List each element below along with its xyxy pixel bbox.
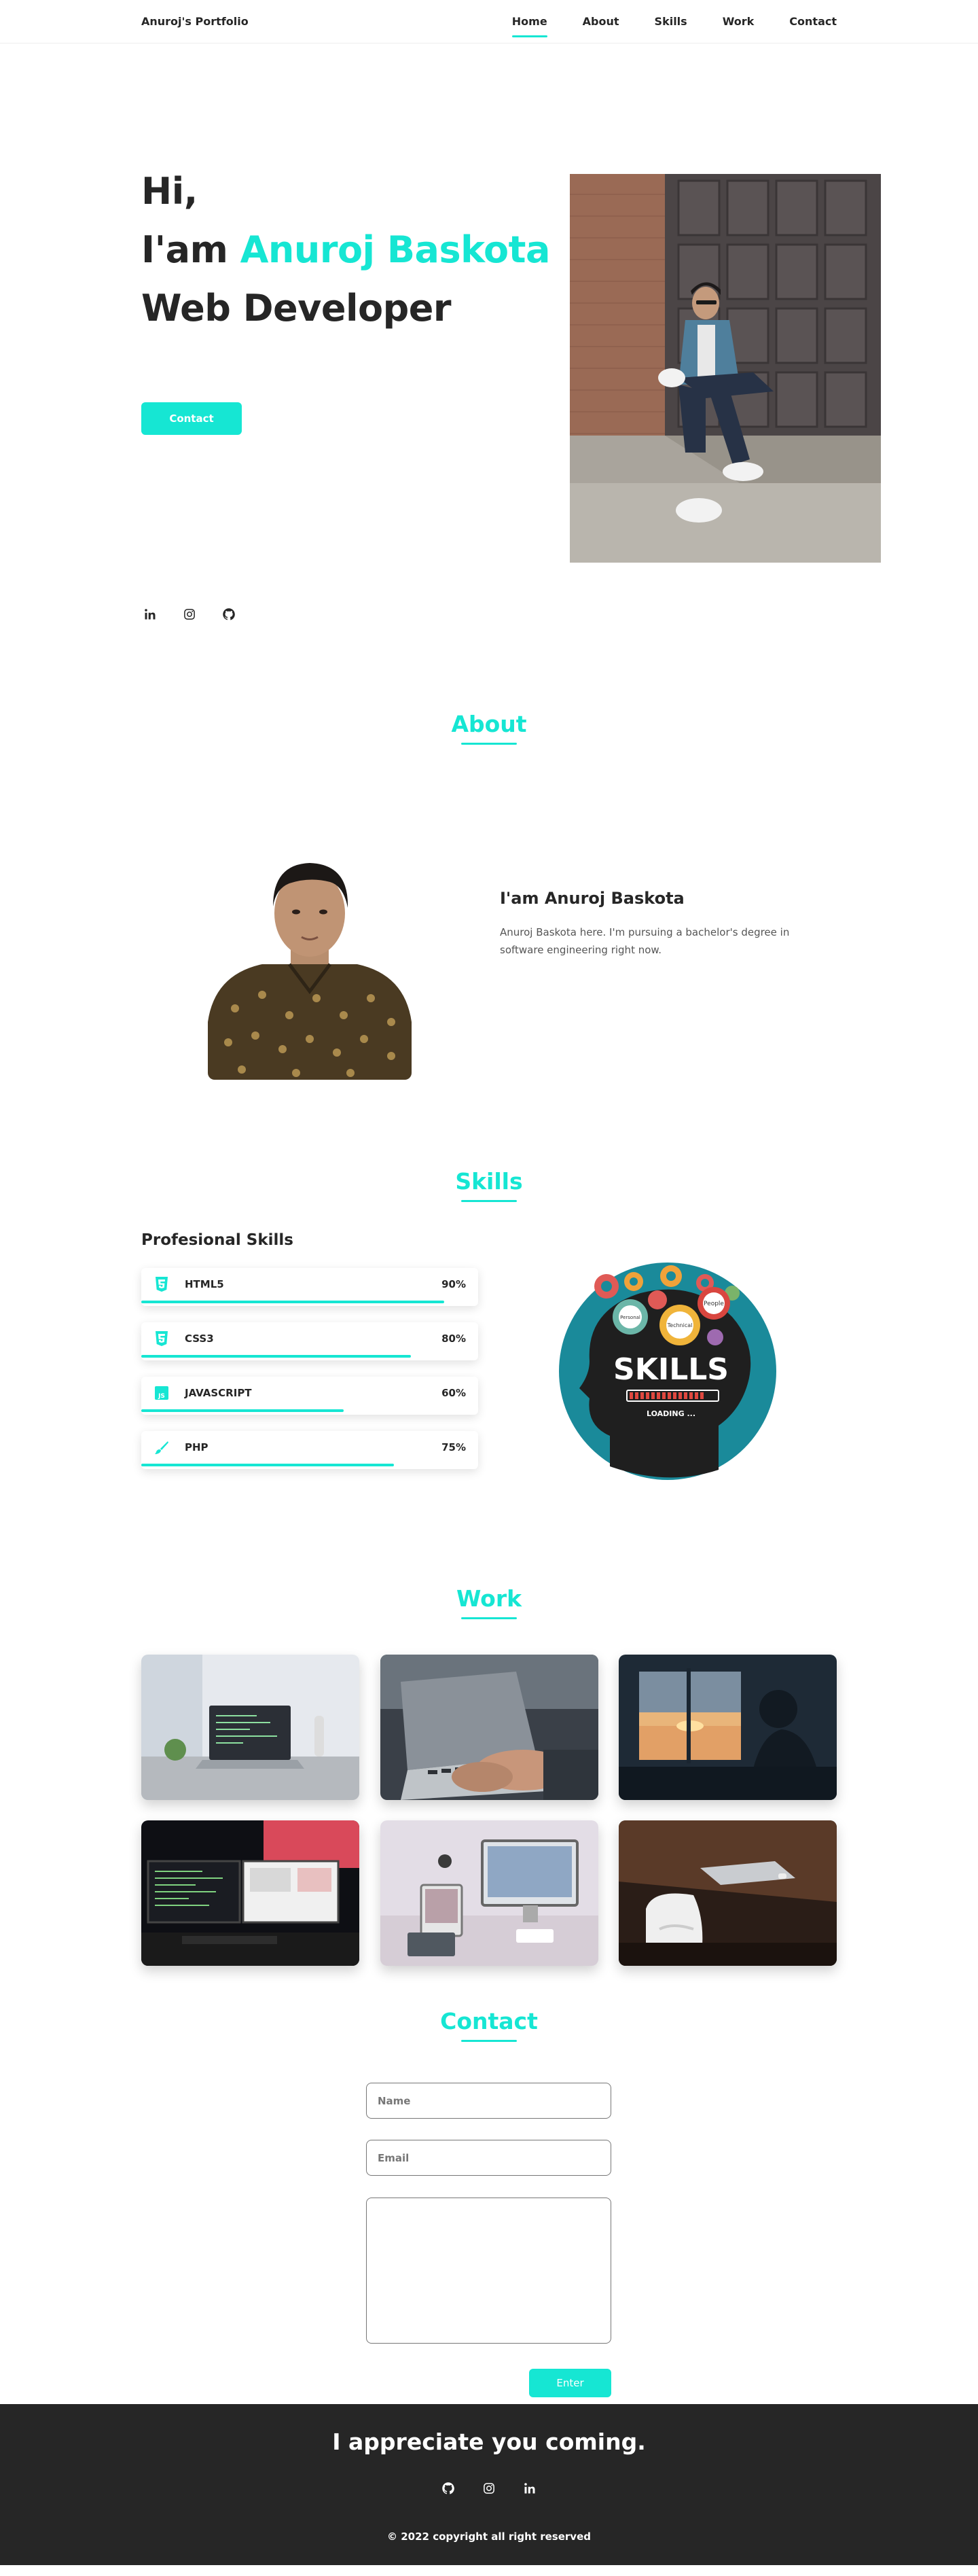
home-name: Anuroj Baskota xyxy=(240,228,551,271)
skill-percent: 75% xyxy=(441,1441,466,1453)
contact-title: Contact xyxy=(440,2008,538,2034)
javascript-icon: JS xyxy=(153,1385,170,1401)
work-card-3[interactable] xyxy=(619,1655,837,1800)
about-title-underline xyxy=(461,743,517,745)
about-title-block: About xyxy=(0,711,978,745)
work-title: Work xyxy=(456,1585,522,1612)
nav-contact[interactable]: Contact xyxy=(789,10,837,33)
home-contact-button[interactable]: Contact xyxy=(141,402,242,435)
skill-progress-fill xyxy=(141,1355,411,1358)
main-nav: Home About Skills Work Contact xyxy=(511,10,837,37)
skill-percent: 80% xyxy=(441,1333,466,1345)
skill-name: PHP xyxy=(185,1441,209,1453)
about-subtitle: I'am Anuroj Baskota xyxy=(500,889,685,908)
gear-word-personal: Personal xyxy=(620,1315,640,1320)
work-card-6[interactable] xyxy=(619,1820,837,1966)
contact-title-block: Contact xyxy=(0,2008,978,2042)
submit-button[interactable]: Enter xyxy=(529,2369,611,2397)
work-title-underline xyxy=(461,1617,517,1619)
nav-about[interactable]: About xyxy=(583,10,619,33)
html5-icon xyxy=(153,1276,170,1292)
linkedin-icon[interactable] xyxy=(521,2480,539,2497)
svg-text:JS: JS xyxy=(158,1393,165,1400)
about-title: About xyxy=(451,711,527,737)
home-role: Web Developer xyxy=(141,287,452,330)
css3-icon xyxy=(153,1330,170,1347)
skills-title-underline xyxy=(461,1200,517,1202)
footer-social-links xyxy=(0,2480,978,2497)
skill-bar-javascript: JS JAVASCRIPT 60% xyxy=(141,1377,478,1415)
message-textarea[interactable] xyxy=(366,2198,611,2344)
contact-section: Contact Enter xyxy=(0,1962,978,2404)
skill-percent: 90% xyxy=(441,1278,466,1290)
skill-progress-fill xyxy=(141,1464,394,1466)
skill-name: CSS3 xyxy=(185,1333,214,1345)
skill-bar-php: PHP 75% xyxy=(141,1431,478,1469)
about-section: About I'am Anuroj Baskota Anuroj Baskota… xyxy=(0,607,978,1080)
name-input[interactable] xyxy=(366,2083,611,2119)
nav-skills[interactable]: Skills xyxy=(655,10,687,33)
work-card-5[interactable] xyxy=(380,1820,598,1966)
work-card-1[interactable] xyxy=(141,1655,359,1800)
email-input[interactable] xyxy=(366,2140,611,2176)
skills-illustration: Personal Technical People SKILLS LOADING… xyxy=(559,1263,776,1480)
skill-progress-fill xyxy=(141,1409,344,1412)
skill-progress-fill xyxy=(141,1301,445,1303)
skill-name: JAVASCRIPT xyxy=(185,1387,252,1399)
footer-copyright: © 2022 copyright all right reserved xyxy=(387,2530,591,2543)
home-heading: Hi, I'am Anuroj Baskota Web Developer xyxy=(141,162,550,338)
contact-title-underline xyxy=(461,2040,517,2042)
skills-section: Skills Profesional Skills HTML5 90% CSS3… xyxy=(0,1063,978,1483)
skills-title: Skills xyxy=(455,1168,523,1195)
work-card-4[interactable] xyxy=(141,1820,359,1966)
about-photo xyxy=(208,839,412,1080)
site-header: Anuroj's Portfolio Home About Skills Wor… xyxy=(0,0,978,43)
work-title-block: Work xyxy=(0,1585,978,1619)
skills-title-block: Skills xyxy=(0,1168,978,1202)
skill-bar-html5: HTML5 90% xyxy=(141,1268,478,1306)
skill-percent: 60% xyxy=(441,1387,466,1399)
home-section: Hi, I'am Anuroj Baskota Web Developer Co… xyxy=(0,43,978,620)
work-section: Work xyxy=(0,1483,978,1966)
nav-home[interactable]: Home xyxy=(511,10,547,37)
nav-work[interactable]: Work xyxy=(723,10,755,33)
skills-graphic-headline: SKILLS xyxy=(613,1352,729,1387)
about-description: Anuroj Baskota here. I'm pursuing a bach… xyxy=(500,926,790,956)
skill-name: HTML5 xyxy=(185,1278,224,1290)
skills-subtitle: Profesional Skills xyxy=(141,1231,293,1249)
site-logo[interactable]: Anuroj's Portfolio xyxy=(141,15,249,28)
gear-word-technical: Technical xyxy=(667,1322,693,1328)
home-intro-prefix: I'am xyxy=(141,228,240,271)
github-icon[interactable] xyxy=(439,2480,457,2497)
home-photo xyxy=(570,174,881,563)
home-intro: I'am Anuroj Baskota xyxy=(141,221,550,279)
skill-bar-css3: CSS3 80% xyxy=(141,1322,478,1360)
home-greeting: Hi, xyxy=(141,170,198,213)
footer-title: I appreciate you coming. xyxy=(332,2429,646,2455)
instagram-icon[interactable] xyxy=(480,2480,498,2497)
work-card-2[interactable] xyxy=(380,1655,598,1800)
skills-graphic-loading: LOADING ... xyxy=(647,1409,695,1418)
site-footer: I appreciate you coming. © 2022 copyrigh… xyxy=(0,2404,978,2565)
brush-icon xyxy=(153,1439,170,1455)
gear-word-people: People xyxy=(704,1301,724,1307)
